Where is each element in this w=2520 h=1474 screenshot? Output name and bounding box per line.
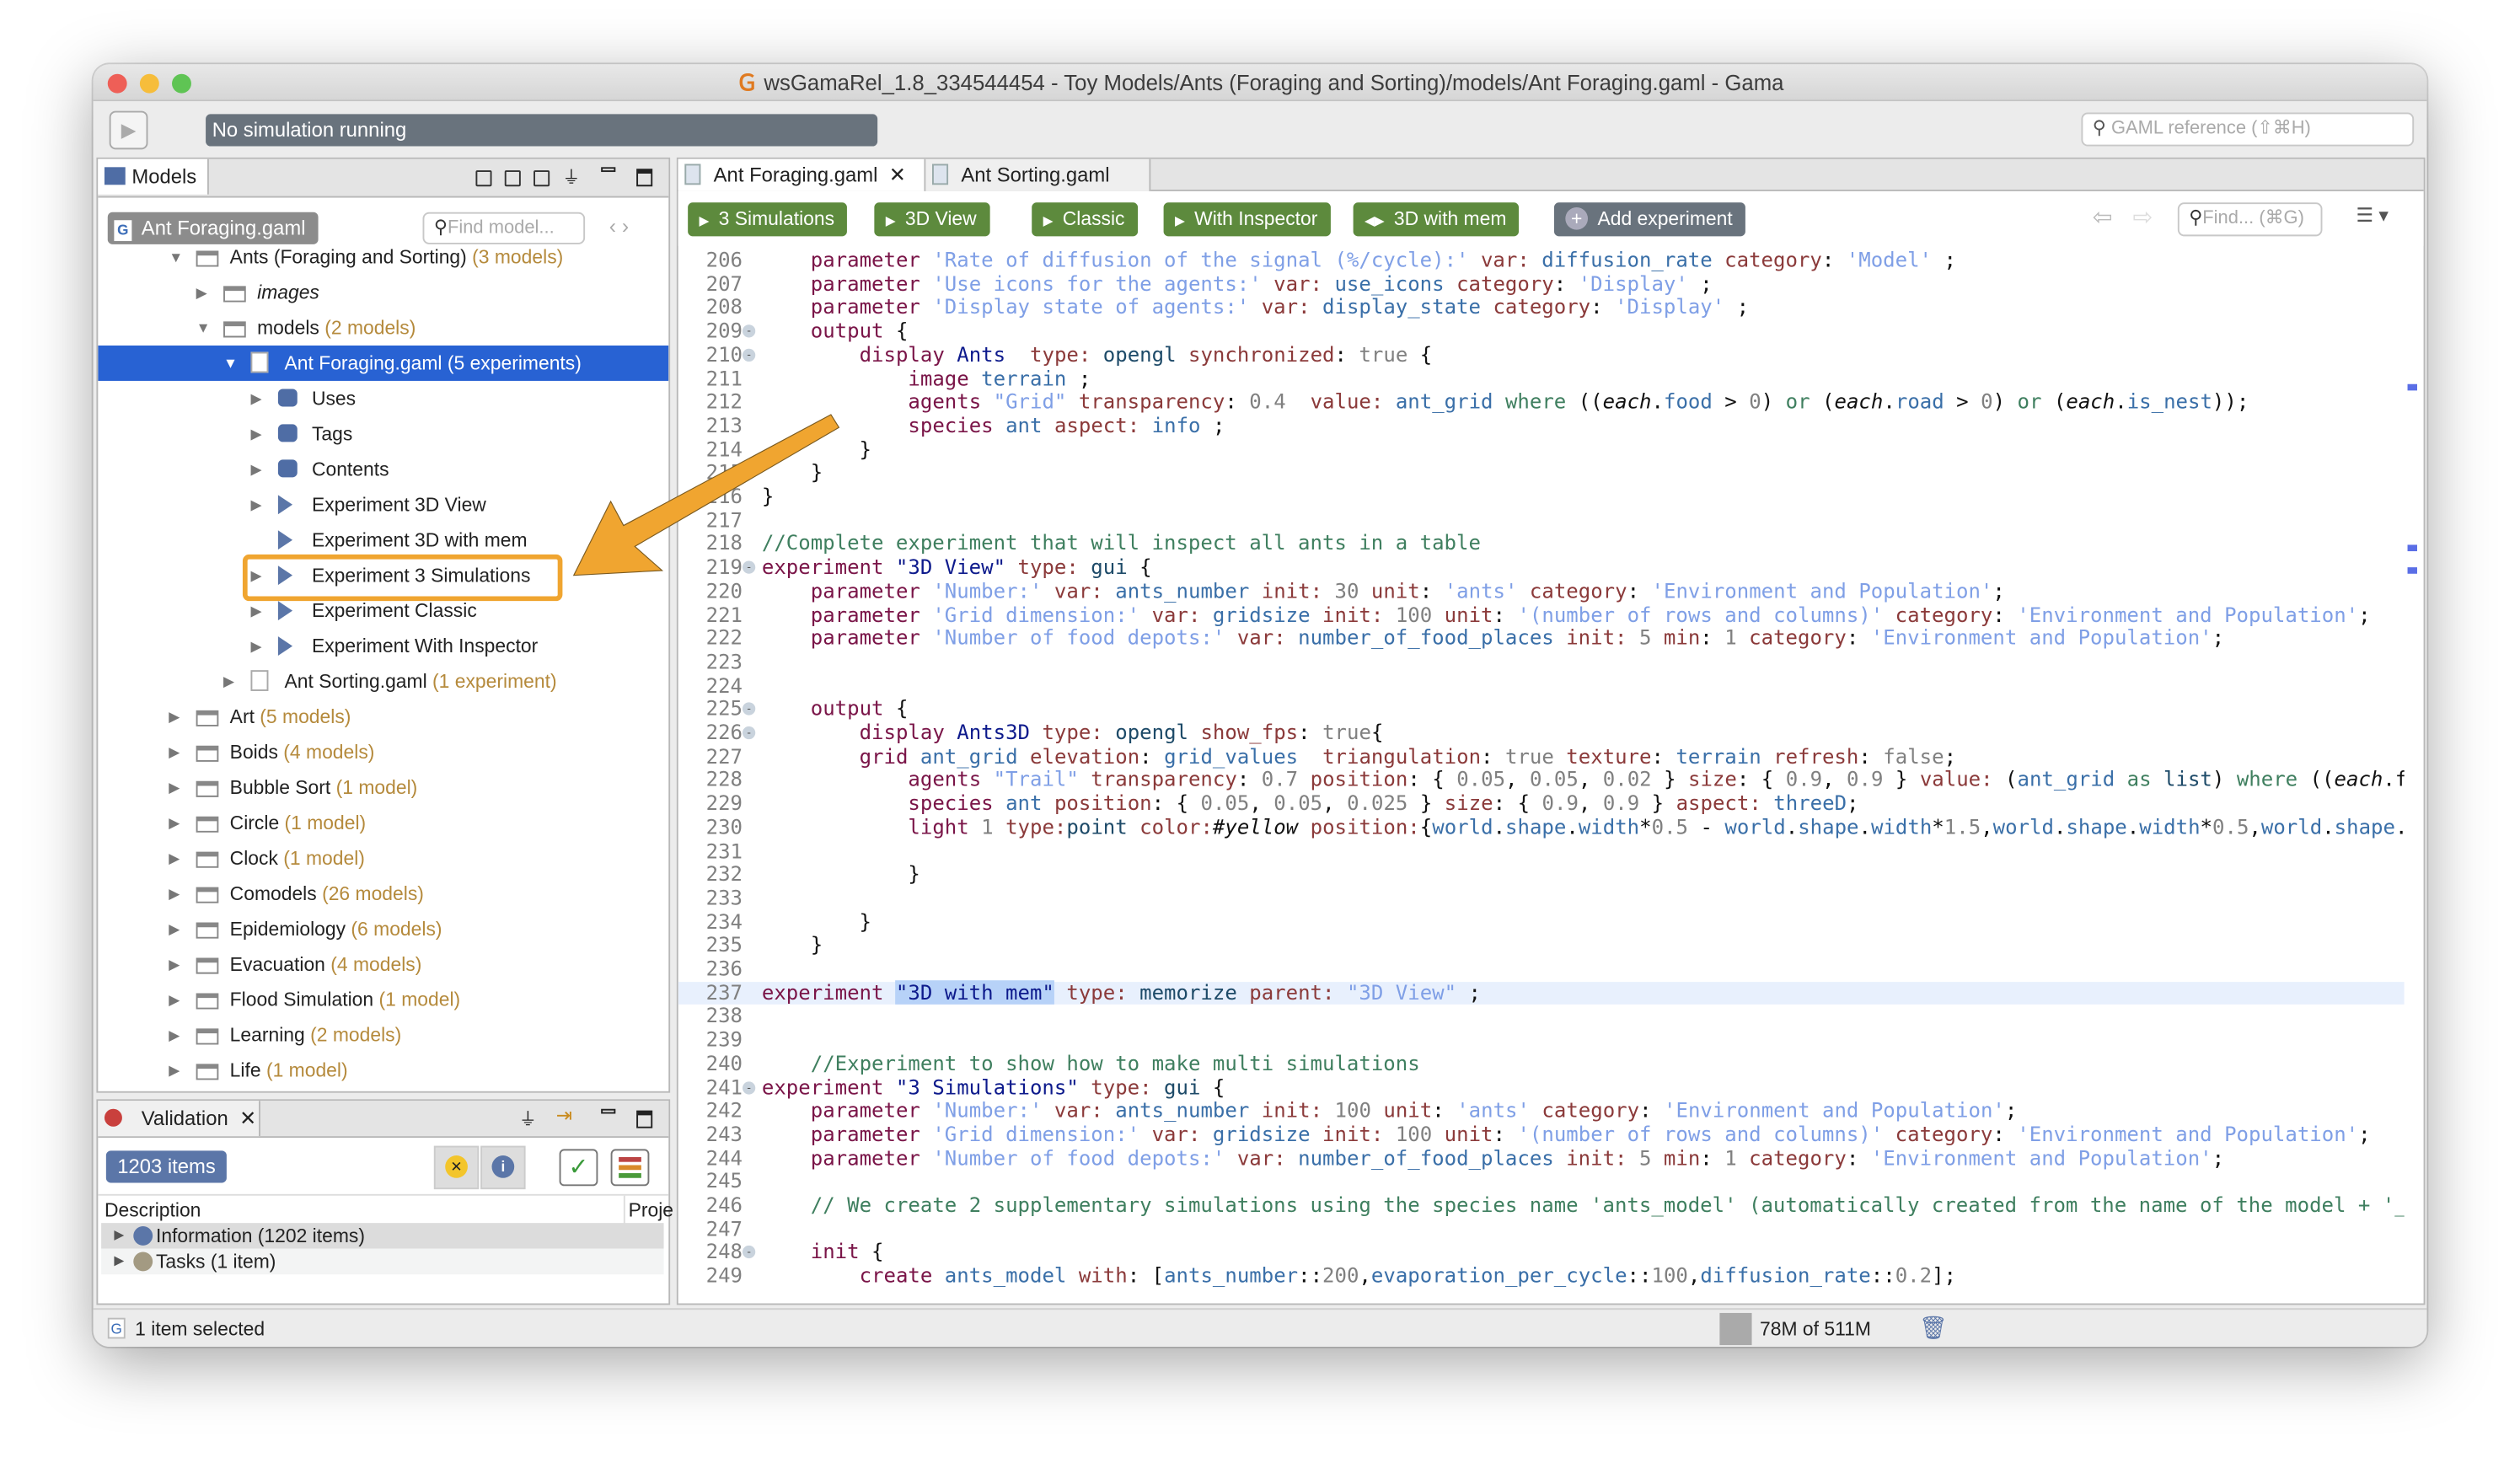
annotation-arrow <box>572 414 840 576</box>
arrow-shape <box>572 414 840 576</box>
